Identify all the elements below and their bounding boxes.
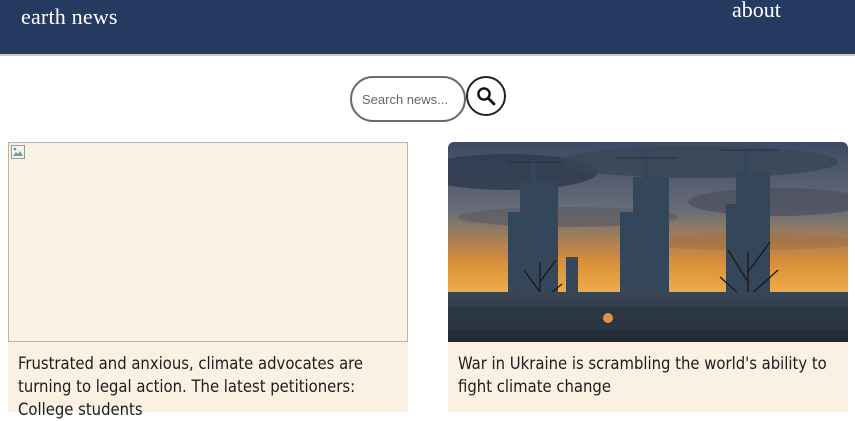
search-bar: [0, 76, 855, 122]
search-input[interactable]: [350, 76, 466, 122]
search-icon: [477, 87, 496, 106]
search-button[interactable]: [466, 76, 506, 116]
broken-image-icon: [11, 145, 25, 159]
nav-about-link[interactable]: about: [732, 0, 781, 23]
article-card[interactable]: War in Ukraine is scrambling the world's…: [448, 142, 848, 412]
site-brand-link[interactable]: earth news: [21, 4, 118, 30]
article-title[interactable]: War in Ukraine is scrambling the world's…: [458, 352, 838, 398]
article-image: [448, 142, 848, 342]
top-nav-bar: earth news about: [0, 0, 855, 56]
article-card[interactable]: Frustrated and anxious, climate advocate…: [8, 142, 408, 419]
article-image-broken: [8, 142, 408, 342]
industrial-towers-sunset-photo: [448, 142, 848, 342]
article-title[interactable]: Frustrated and anxious, climate advocate…: [18, 352, 398, 421]
